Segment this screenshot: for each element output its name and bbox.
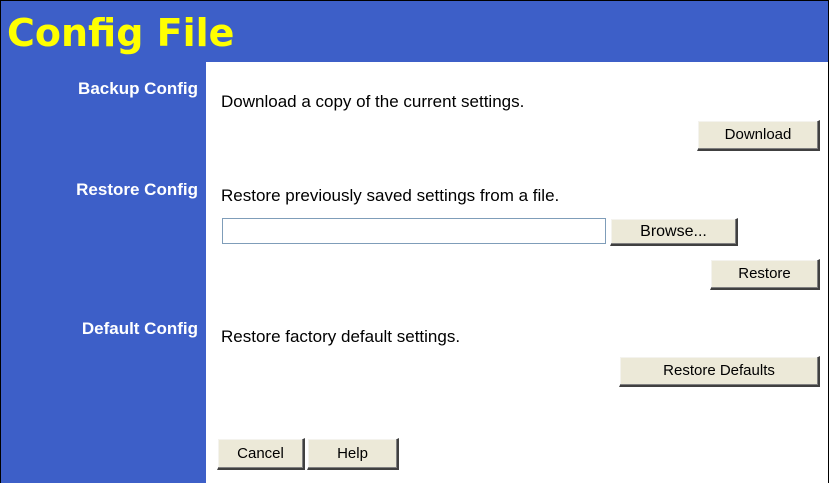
default-config-label: Default Config	[81, 319, 198, 338]
browse-button[interactable]: Browse...	[610, 218, 738, 246]
download-button[interactable]: Download	[697, 120, 820, 151]
title-bar: Config File	[1, 1, 828, 62]
config-file-input[interactable]	[222, 218, 606, 244]
restore-button[interactable]: Restore	[710, 259, 820, 290]
help-button[interactable]: Help	[307, 438, 399, 470]
default-description: Restore factory default settings.	[221, 327, 461, 346]
restore-config-label: Restore Config	[76, 180, 198, 199]
main-content: Download a copy of the current settings.…	[206, 62, 828, 483]
restore-defaults-button[interactable]: Restore Defaults	[619, 356, 820, 387]
page-title: Config File	[7, 11, 235, 55]
backup-config-label: Backup Config	[78, 79, 198, 98]
config-file-page: Config File Backup Config Restore Config…	[0, 0, 830, 483]
sidebar: Backup Config Restore Config Default Con…	[1, 62, 206, 483]
page-frame: Config File Backup Config Restore Config…	[0, 0, 829, 483]
backup-description: Download a copy of the current settings.	[221, 92, 525, 111]
cancel-button[interactable]: Cancel	[217, 438, 305, 470]
restore-description: Restore previously saved settings from a…	[221, 186, 560, 205]
